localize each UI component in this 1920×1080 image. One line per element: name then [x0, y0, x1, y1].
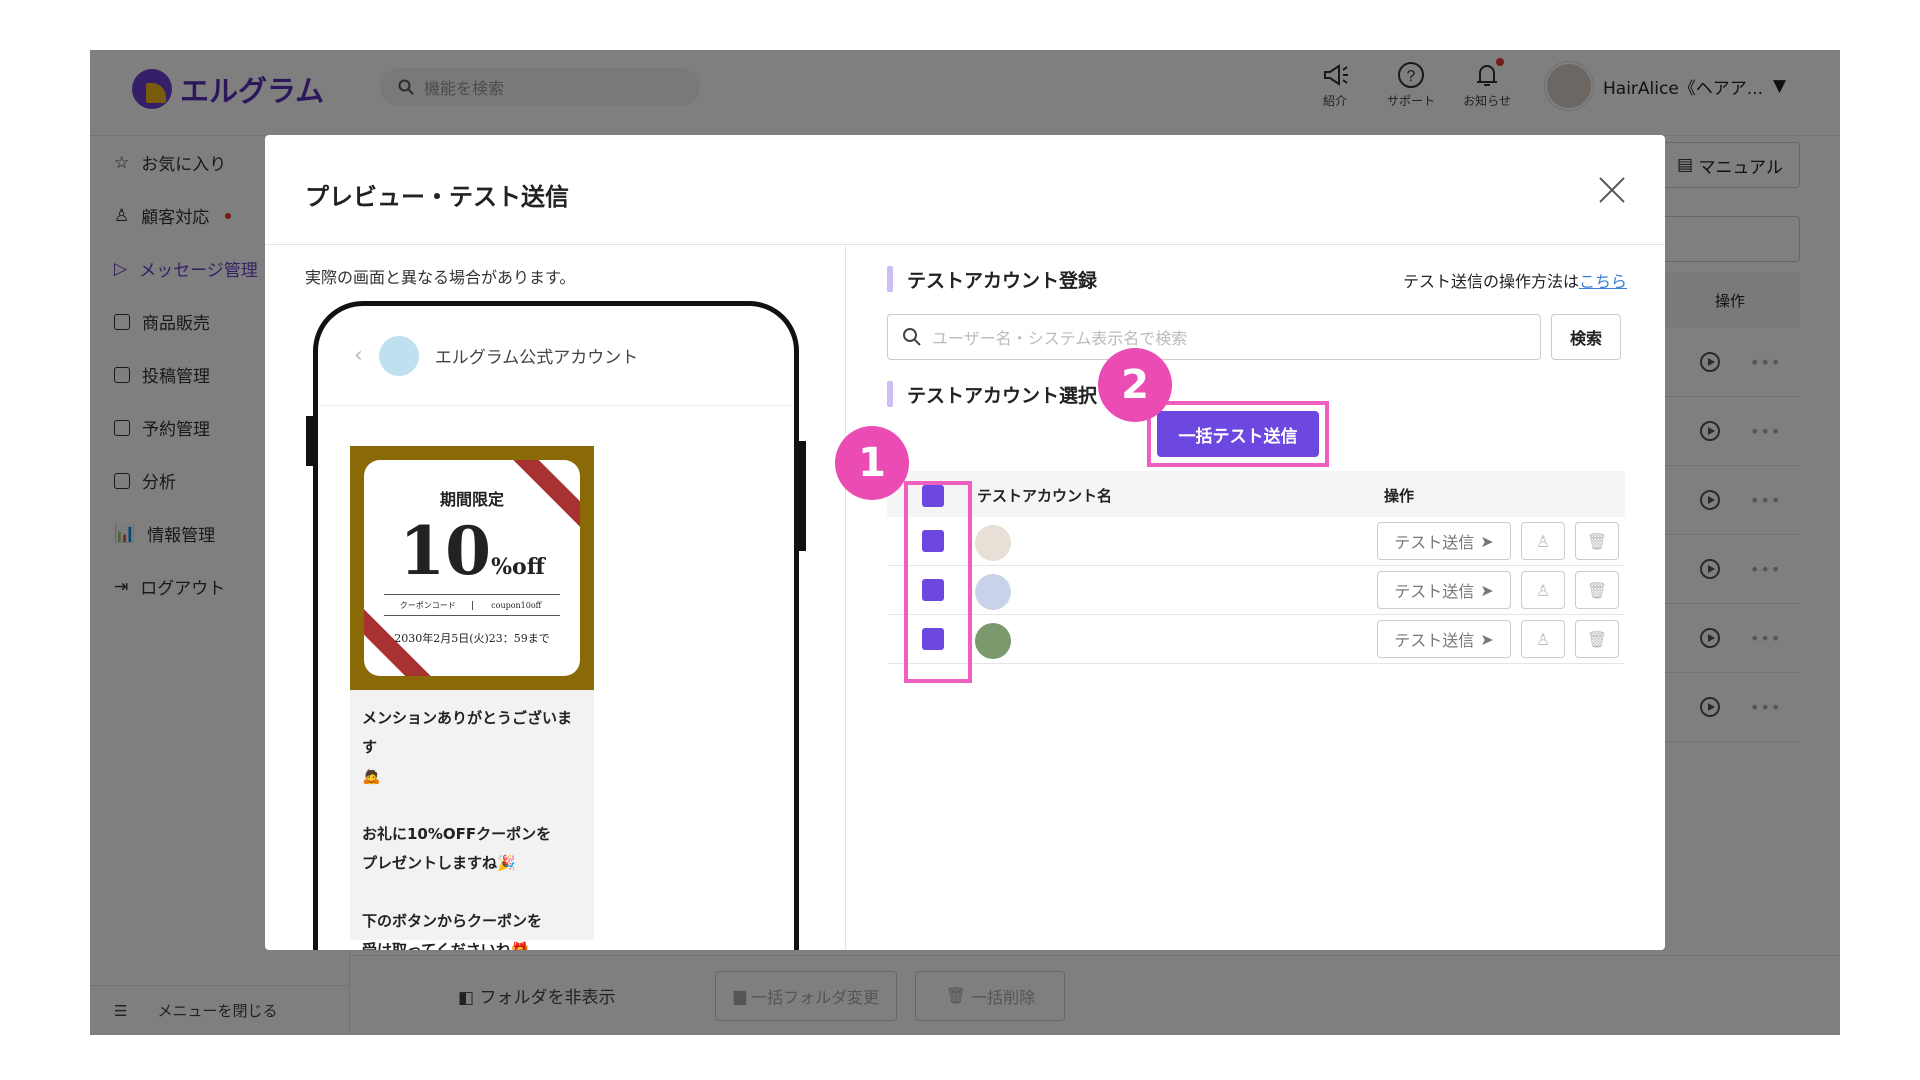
- step-badge-1: 1: [835, 426, 909, 500]
- select-section-title: テストアカウント選択: [887, 381, 1097, 408]
- trash-icon: 🗑: [1586, 531, 1608, 551]
- message-line: プレゼントしますね🎉: [362, 854, 516, 872]
- coupon-image: 期間限定 10%off クーポンコード coupon10off 2030年2月5日…: [350, 446, 594, 690]
- test-send-label: テスト送信: [1394, 582, 1475, 601]
- close-icon[interactable]: [1595, 173, 1629, 207]
- highlight-checkboxes: [904, 481, 972, 683]
- user-gear-icon: ♙: [1535, 580, 1551, 600]
- user-settings-button[interactable]: ♙: [1521, 620, 1565, 658]
- user-settings-button[interactable]: ♙: [1521, 522, 1565, 560]
- coupon-code-label: クーポンコード: [399, 600, 456, 610]
- avatar: [975, 574, 1011, 610]
- chevron-left-icon[interactable]: ‹: [354, 343, 363, 368]
- message-line: 受け取ってくださいね🎁: [362, 941, 530, 950]
- message-line: [362, 878, 582, 907]
- paper-plane-icon: ➤: [1480, 531, 1494, 551]
- coupon-code-value: coupon10off: [471, 600, 561, 610]
- message-line: 🙇: [362, 767, 381, 785]
- step-badge-2: 2: [1098, 348, 1172, 422]
- delete-button[interactable]: 🗑: [1575, 522, 1619, 560]
- register-section-title: テストアカウント登録: [887, 266, 1097, 293]
- account-search-input[interactable]: ユーザー名・システム表示名で検索: [887, 314, 1541, 360]
- table-row: テスト送信 ➤ ♙ 🗑: [887, 517, 1625, 566]
- account-avatar: [378, 335, 419, 376]
- account-name: エルグラム公式アカウント: [434, 348, 639, 368]
- message-line: [362, 791, 582, 820]
- table-row: テスト送信 ➤ ♙ 🗑: [887, 615, 1625, 664]
- preview-pane: 実際の画面と異なる場合があります。 ‹ エルグラム公式アカウント 期間限定 10…: [265, 246, 846, 950]
- user-settings-button[interactable]: ♙: [1521, 571, 1565, 609]
- table-header: テストアカウント名 操作: [887, 471, 1625, 517]
- coupon-discount-suffix: %off: [491, 554, 545, 580]
- search-button[interactable]: 検索: [1551, 314, 1621, 360]
- test-send-button[interactable]: テスト送信 ➤: [1377, 522, 1511, 560]
- table-row: テスト送信 ➤ ♙ 🗑: [887, 566, 1625, 615]
- delete-button[interactable]: 🗑: [1575, 571, 1619, 609]
- coupon-code: クーポンコード coupon10off: [384, 594, 560, 616]
- user-gear-icon: ♙: [1535, 531, 1551, 551]
- coupon-discount: 10%off: [364, 516, 580, 602]
- preview-test-modal: プレビュー・テスト送信 実際の画面と異なる場合があります。 ‹ エルグラム公式ア…: [265, 135, 1665, 950]
- test-send-pane: テストアカウント登録 テスト送信の操作方法はこちら ユーザー名・システム表示名で…: [847, 246, 1665, 950]
- user-gear-icon: ♙: [1535, 629, 1551, 649]
- test-send-button[interactable]: テスト送信 ➤: [1377, 571, 1511, 609]
- test-send-button[interactable]: テスト送信 ➤: [1377, 620, 1511, 658]
- column-header-name: テストアカウント名: [977, 487, 1113, 505]
- paper-plane-icon: ➤: [1480, 629, 1494, 649]
- avatar: [975, 623, 1011, 659]
- coupon-expiry: 2030年2月5日(火)23：59まで: [394, 632, 550, 645]
- trash-icon: 🗑: [1586, 629, 1608, 649]
- howto-link[interactable]: こちら: [1579, 272, 1627, 291]
- modal-header: プレビュー・テスト送信: [265, 135, 1665, 245]
- test-send-label: テスト送信: [1394, 533, 1475, 552]
- coupon-discount-value: 10: [399, 512, 492, 590]
- phone-button-right: [798, 441, 806, 551]
- account-search-placeholder: ユーザー名・システム表示名で検索: [932, 329, 1188, 348]
- chat-header: ‹ エルグラム公式アカウント: [318, 306, 794, 406]
- column-header-ops: 操作: [1384, 487, 1415, 505]
- avatar: [975, 525, 1011, 561]
- howto-label: テスト送信の操作方法は: [1402, 272, 1579, 291]
- preview-note: 実際の画面と異なる場合があります。: [305, 268, 576, 287]
- phone-frame: ‹ エルグラム公式アカウント 期間限定 10%off クーポンコード coupon…: [313, 301, 799, 950]
- modal-title: プレビュー・テスト送信: [305, 183, 569, 211]
- message-bubble: メンションありがとうございます 🙇 お礼に10%OFFクーポンを プレゼントしま…: [350, 690, 594, 950]
- trash-icon: 🗑: [1586, 580, 1608, 600]
- delete-button[interactable]: 🗑: [1575, 620, 1619, 658]
- search-icon: [903, 328, 921, 346]
- coupon-label: 期間限定: [439, 490, 504, 509]
- message-line: メンションありがとうございます: [362, 709, 573, 756]
- test-send-label: テスト送信: [1394, 631, 1475, 650]
- message-line: 下のボタンからクーポンを: [362, 912, 543, 930]
- paper-plane-icon: ➤: [1480, 580, 1494, 600]
- highlight-bulk-button: [1147, 401, 1329, 467]
- message-line: お礼に10%OFFクーポンを: [362, 825, 552, 843]
- howto-text: テスト送信の操作方法はこちら: [1403, 268, 1627, 292]
